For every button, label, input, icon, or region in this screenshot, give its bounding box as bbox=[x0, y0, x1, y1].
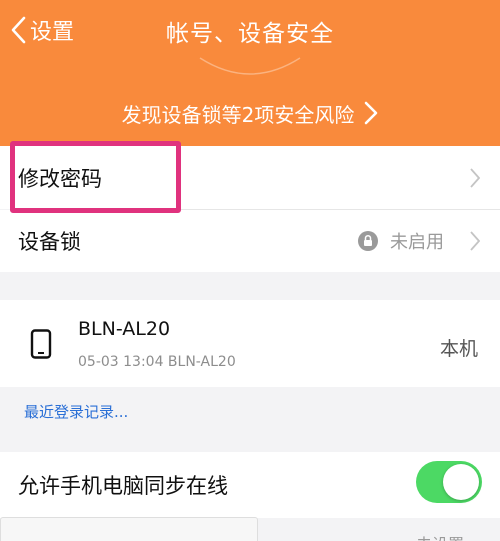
device-lock-status: 未启用 bbox=[358, 228, 444, 254]
device-lock-label: 设备锁 bbox=[18, 230, 81, 254]
recent-login-link[interactable]: 最近登录记录... bbox=[24, 401, 128, 422]
page-title: 帐号、设备安全 bbox=[166, 21, 334, 47]
header-bar: 设置 帐号、设备安全 发现设备锁等2项安全风险 bbox=[0, 0, 500, 146]
device-row[interactable] bbox=[0, 300, 500, 387]
device-name: BLN-AL20 bbox=[78, 318, 171, 340]
sync-online-toggle[interactable] bbox=[416, 461, 482, 503]
this-device-label: 本机 bbox=[439, 338, 478, 360]
chevron-right-icon bbox=[470, 231, 480, 251]
highlight-box bbox=[10, 141, 181, 213]
device-lock-status-text: 未启用 bbox=[390, 232, 444, 253]
device-lock-row[interactable]: 设备锁 未启用 bbox=[0, 210, 500, 272]
chevron-right-icon bbox=[365, 101, 378, 125]
bottom-overlay-card bbox=[0, 517, 258, 541]
toggle-knob bbox=[443, 464, 479, 500]
lock-icon bbox=[358, 231, 378, 251]
phone-icon bbox=[30, 329, 52, 359]
risk-text: 发现设备锁等2项安全风险 bbox=[121, 102, 355, 127]
security-risk-banner[interactable]: 发现设备锁等2项安全风险 bbox=[0, 96, 500, 130]
chevron-right-icon bbox=[470, 167, 480, 188]
shield-arc-decoration bbox=[199, 57, 301, 75]
sync-online-label: 允许手机电脑同步在线 bbox=[18, 474, 228, 498]
device-login-info: 05-03 13:04 BLN-AL20 bbox=[78, 354, 236, 370]
partial-status-text: 未设置 bbox=[416, 531, 464, 541]
